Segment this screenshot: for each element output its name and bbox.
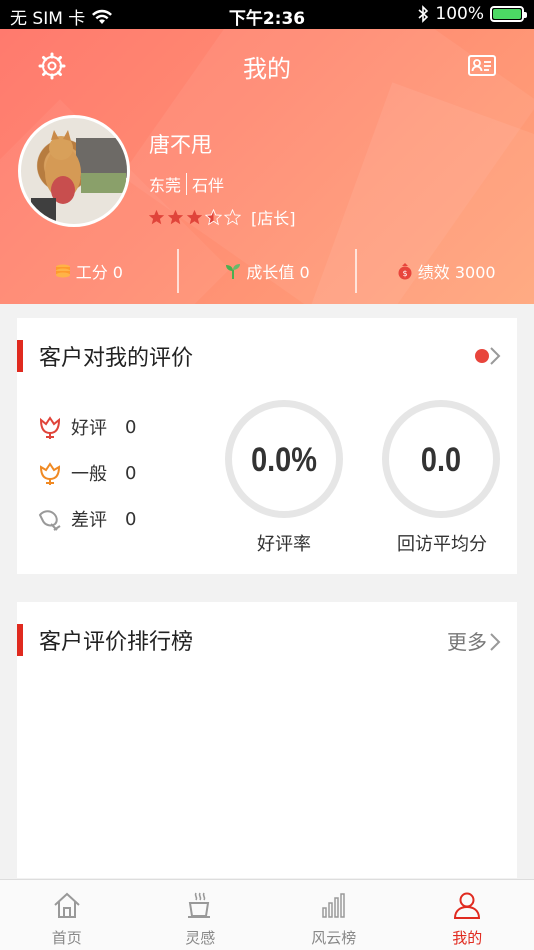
review-bad-count: 0 [125,508,137,530]
cup-icon [188,892,211,918]
stat-work-points-label: 工分 0 [75,263,123,282]
reviews-card: 客户对我的评价 好评 0 一般 0 差评 0 0.0% 好评率 0.0 回访平均… [17,318,517,574]
flower-orange-icon [39,462,61,485]
title-accent-bar [17,340,23,372]
good-rate-value: 0.0% [251,441,317,479]
svg-text:$: $ [402,269,407,278]
stat-growth-label: 成长值 0 [246,263,310,282]
tab-bar: 首页 灵感 风云榜 我的 [0,879,534,950]
tab-mine[interactable]: 我的 [401,880,534,950]
review-neutral: 一般 0 [37,460,136,486]
tab-inspiration-label: 灵感 [185,929,216,947]
star-full-icon [148,209,165,224]
tab-ranking[interactable]: 风云榜 [267,880,401,950]
notification-dot [475,349,489,363]
good-rate-label: 好评率 [257,534,311,555]
role-badge: [店长] [251,209,296,228]
sprout-icon [226,264,241,279]
stat-work-points[interactable]: 工分 0 [0,247,177,295]
tab-ranking-label: 风云榜 [311,929,357,947]
more-link[interactable]: 更多 [447,626,487,655]
city-label: 东莞 [149,176,182,195]
flower-red-icon [39,416,61,439]
review-good-label: 好评 [71,418,107,439]
profile-header: 我的 唐不甩 东莞 石伴 [店长] 工分 0 成长值 0 $ 绩效 3000 [0,29,534,304]
stat-performance-label: 绩效 3000 [417,263,496,282]
avg-score-value: 0.0 [420,441,462,479]
tab-home[interactable]: 首页 [0,880,134,950]
reviews-card-title: 客户对我的评价 [39,346,194,371]
username: 唐不甩 [149,133,212,157]
star-half-icon [205,208,222,225]
stat-growth[interactable]: 成长值 0 [179,247,356,295]
star-full-icon [186,209,203,224]
review-neutral-count: 0 [125,462,137,484]
star-rating: [店长] [148,205,296,229]
review-neutral-label: 一般 [71,464,107,485]
avg-score-label: 回访平均分 [397,534,487,555]
star-empty-icon [224,208,241,225]
battery-icon [490,6,527,22]
page-title: 我的 [243,55,291,83]
location: 东莞 石伴 [149,172,224,196]
bar-chart-icon [322,893,345,918]
ranking-card-title: 客户评价排行榜 [39,630,194,655]
status-bar: 无 SIM 卡 下午2:36 100% [0,0,534,29]
review-good-count: 0 [125,416,137,438]
avatar[interactable] [18,115,130,227]
ranking-card: 客户评价排行榜 更多 [17,602,517,878]
chevron-right-icon[interactable] [489,346,501,366]
tab-mine-label: 我的 [452,929,483,947]
home-icon [54,892,80,918]
review-bad: 差评 0 [37,506,136,532]
coins-icon [55,264,70,278]
wilted-flower-icon [38,510,61,531]
battery-percent: 100% [435,4,484,24]
review-good: 好评 0 [37,414,136,440]
stat-performance[interactable]: $ 绩效 3000 [357,247,534,295]
title-accent-bar [17,624,23,656]
money-bag-icon: $ [398,263,412,280]
tab-inspiration[interactable]: 灵感 [134,880,268,950]
bluetooth-icon [418,5,429,23]
star-full-icon [167,209,184,224]
tab-home-label: 首页 [51,929,82,947]
stats-row: 工分 0 成长值 0 $ 绩效 3000 [0,247,534,295]
person-icon [454,892,481,919]
district-label: 石伴 [192,176,225,195]
chevron-right-icon[interactable] [489,632,501,652]
id-card-icon[interactable] [467,51,497,81]
review-bad-label: 差评 [71,510,107,531]
